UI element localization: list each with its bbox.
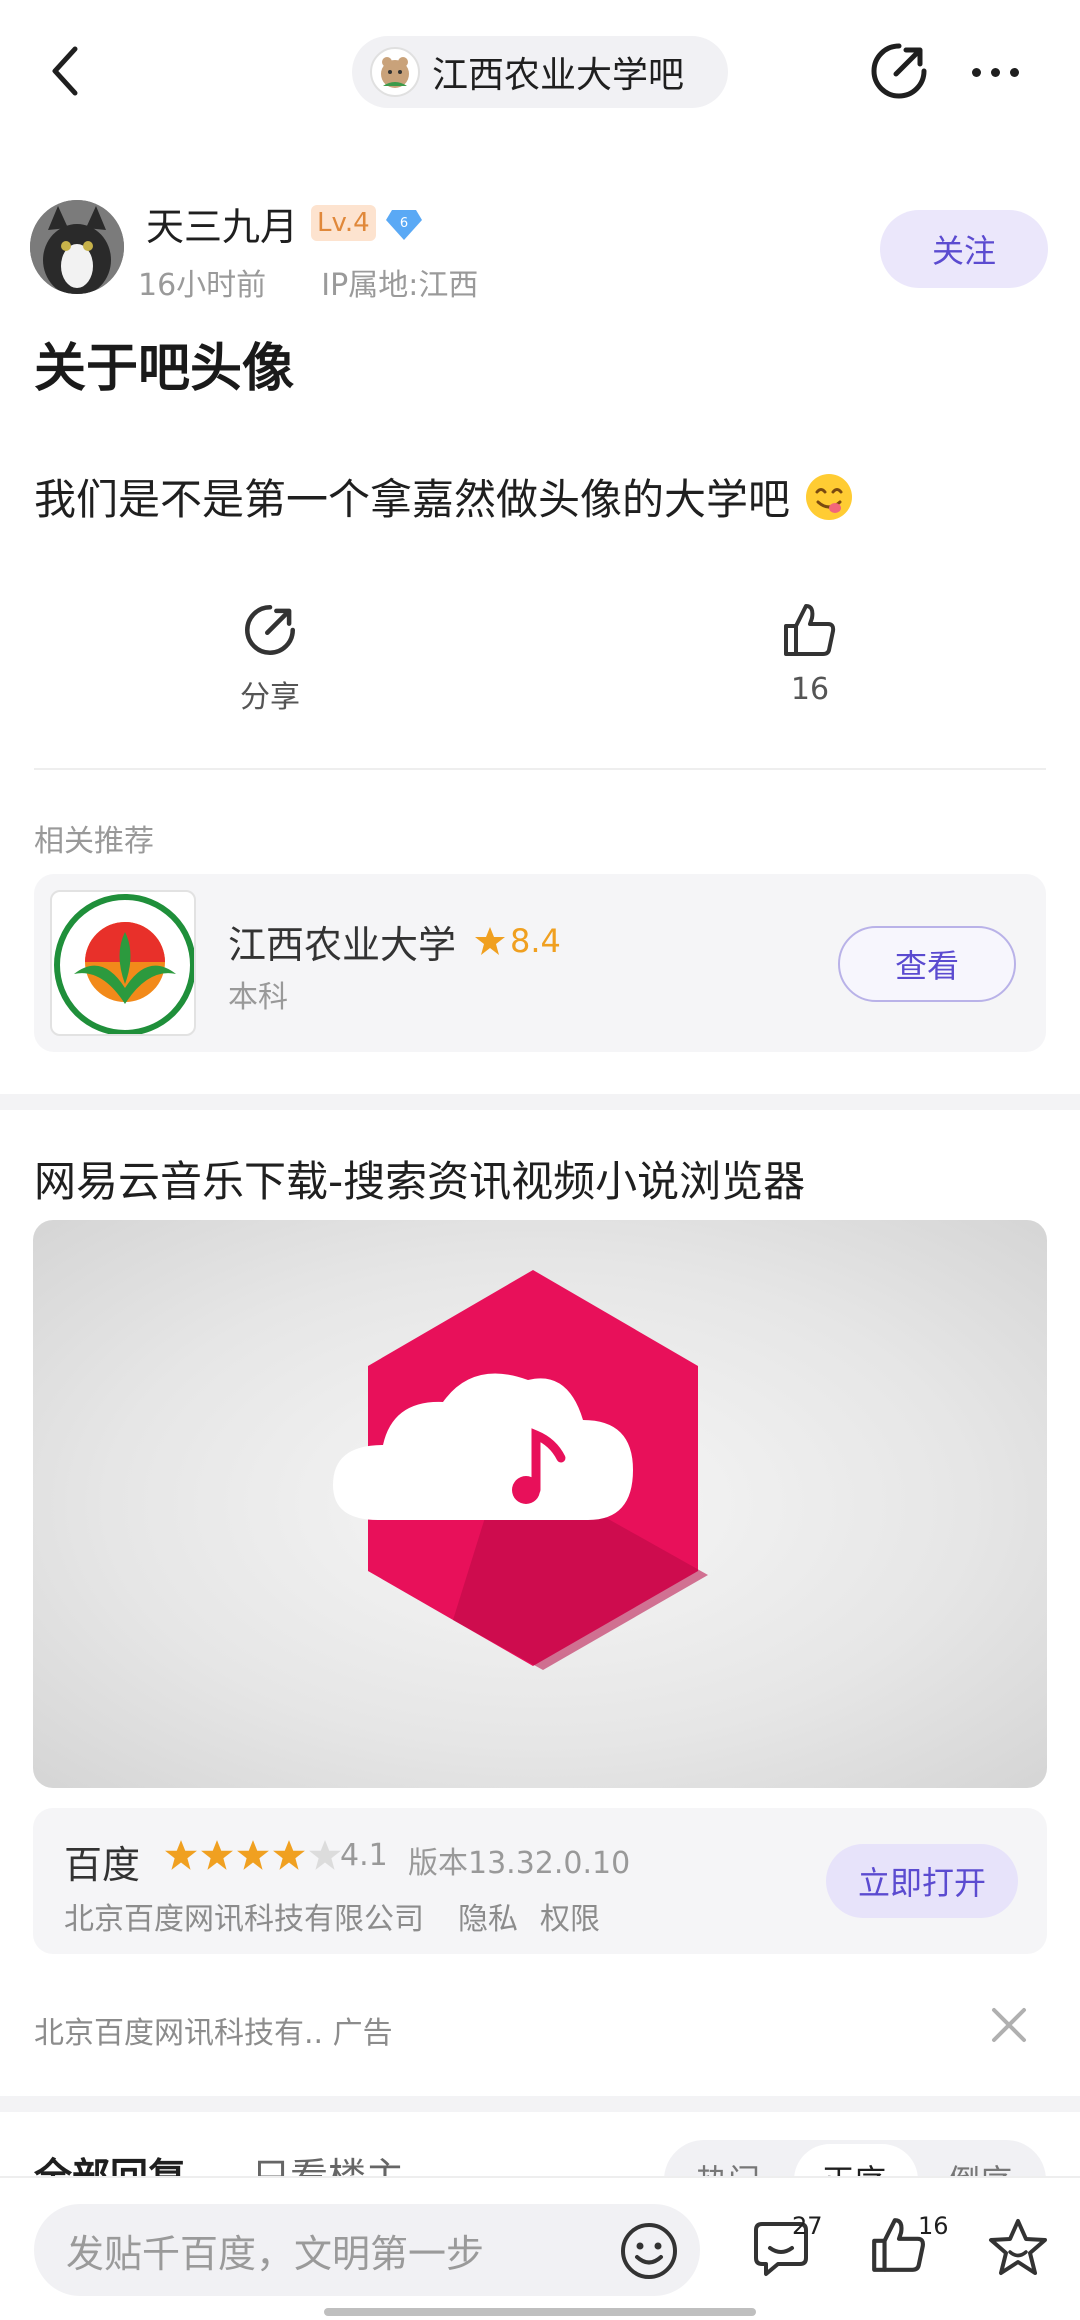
forum-logo-icon <box>370 47 420 97</box>
yum-emoji-icon <box>806 473 853 520</box>
ad-title[interactable]: 网易云音乐下载-搜索资讯视频小说浏览器 <box>34 1148 805 1209</box>
close-icon <box>992 2008 1026 2042</box>
share-icon <box>245 605 295 655</box>
ip-location: IP属地:江西 <box>321 268 479 303</box>
follow-button[interactable]: 关注 <box>880 210 1048 288</box>
rating-star-icon <box>309 1840 341 1870</box>
close-ad-button[interactable] <box>984 2000 1034 2050</box>
divider <box>34 768 1046 770</box>
related-rating: 8.4 <box>510 922 561 960</box>
section-separator <box>0 1094 1080 1110</box>
permission-link[interactable]: 权限 <box>540 1894 600 1938</box>
comment-count: 27 <box>792 2212 823 2240</box>
back-button[interactable] <box>30 36 100 106</box>
app-company: 北京百度网讯科技有限公司 <box>64 1902 424 1937</box>
forum-name: 江西农业大学吧 <box>432 55 685 96</box>
author-avatar[interactable] <box>30 200 124 294</box>
author-name[interactable]: 天三九月 <box>146 196 298 251</box>
app-version: 版本13.32.0.10 <box>408 1846 631 1881</box>
thumbs-up-icon <box>784 604 836 656</box>
rating-star-icon <box>165 1840 197 1870</box>
post-title: 关于吧头像 <box>34 339 295 399</box>
open-app-button[interactable]: 立即打开 <box>826 1844 1018 1918</box>
more-options-button[interactable] <box>960 44 1030 100</box>
view-button[interactable]: 查看 <box>838 926 1016 1002</box>
member-badge-icon: 6 <box>384 206 424 242</box>
post-meta: 16小时前 IP属地:江西 <box>138 260 478 304</box>
privacy-link[interactable]: 隐私 <box>458 1894 518 1938</box>
university-logo <box>50 890 196 1036</box>
rating-star-icon <box>237 1840 269 1870</box>
home-indicator[interactable] <box>324 2308 756 2316</box>
share-label: 分享 <box>240 680 300 715</box>
smiley-icon <box>621 2223 677 2279</box>
share-post-button[interactable] <box>866 38 932 104</box>
favorite-button[interactable] <box>986 2216 1050 2280</box>
ad-image[interactable] <box>33 1220 1047 1788</box>
forum-link[interactable]: 江西农业大学吧 <box>352 36 728 108</box>
rating-star-icon <box>273 1840 305 1870</box>
chevron-left-icon <box>52 46 78 96</box>
post-time: 16小时前 <box>138 268 267 303</box>
rating-star-icon <box>201 1840 233 1870</box>
member-badge-number: 6 <box>400 216 408 231</box>
app-score: 4.1 <box>340 1838 388 1873</box>
related-type: 本科 <box>228 980 288 1015</box>
app-name: 百度 <box>64 1843 141 1887</box>
reply-placeholder: 发贴千百度，文明第一步 <box>66 2231 485 2276</box>
like-count: 16 <box>918 2212 949 2240</box>
related-section-label: 相关推荐 <box>34 824 154 859</box>
related-title: 江西农业大学 <box>228 923 457 967</box>
star-outline-icon <box>989 2219 1047 2275</box>
emoji-button[interactable] <box>618 2220 680 2282</box>
more-dots-icon <box>971 67 981 77</box>
reply-input[interactable]: 发贴千百度，文明第一步 <box>34 2204 700 2296</box>
section-separator <box>0 2096 1080 2112</box>
music-cloud-icon <box>333 1270 708 1670</box>
post-body: 我们是不是第一个拿嘉然做头像的大学吧 <box>34 466 854 527</box>
share-icon <box>871 43 927 99</box>
like-action[interactable]: 16 <box>750 600 870 730</box>
star-icon <box>475 927 505 955</box>
post-body-text: 我们是不是第一个拿嘉然做头像的大学吧 <box>34 475 791 524</box>
share-action[interactable]: 分享 <box>210 600 330 730</box>
like-count: 16 <box>790 672 830 707</box>
app-rating-stars <box>164 1838 342 1874</box>
ad-source: 北京百度网讯科技有.. 广告 <box>34 2016 393 2051</box>
level-badge: Lv.4 <box>311 205 376 241</box>
